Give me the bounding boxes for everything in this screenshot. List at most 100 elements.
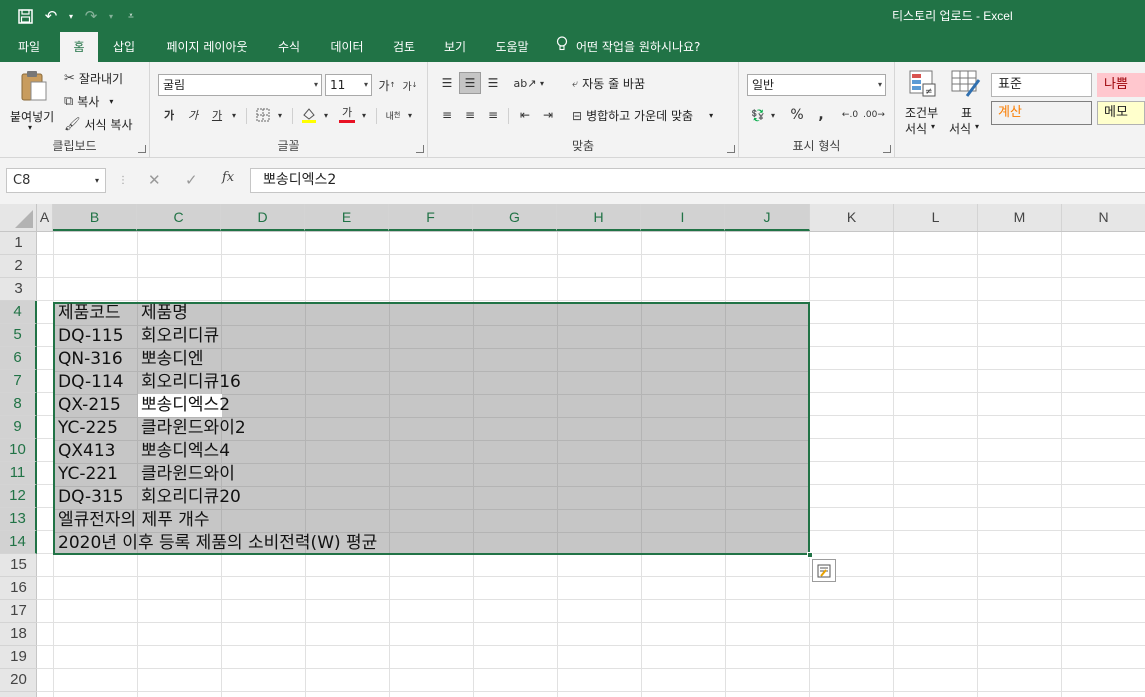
fill-handle[interactable] — [807, 552, 813, 558]
row-header-3[interactable]: 3 — [0, 278, 37, 301]
column-header-n[interactable]: N — [1062, 204, 1145, 231]
decrease-font-icon[interactable]: 가 ↓ — [399, 74, 421, 96]
row-header-8[interactable]: 8 — [0, 393, 37, 416]
align-left-icon[interactable]: ≡ — [436, 104, 458, 126]
border-dropdown-icon[interactable]: ▾ — [274, 104, 286, 126]
cell-c7[interactable]: 회오리디큐16 — [141, 371, 241, 394]
cell-c10[interactable]: 뽀송디엑스4 — [141, 440, 230, 463]
row-header-6[interactable]: 6 — [0, 347, 37, 370]
row-header-10[interactable]: 10 — [0, 439, 37, 462]
comma-button[interactable]: , — [810, 104, 832, 126]
merge-center-button[interactable]: ⊟ 병합하고 가운데 맞춤 ▾ — [572, 107, 713, 124]
name-box[interactable]: C8 ▾ — [6, 168, 106, 193]
align-bottom-icon[interactable]: ☰ — [482, 72, 504, 94]
column-header-l[interactable]: L — [894, 204, 978, 231]
cell-b4[interactable]: 제품코드 — [58, 302, 121, 325]
increase-indent-icon[interactable]: ⇥ — [537, 104, 559, 126]
column-header-k[interactable]: K — [810, 204, 894, 231]
insert-function-icon[interactable]: fx — [222, 170, 234, 185]
column-header-b[interactable]: B — [53, 204, 137, 231]
column-header-c[interactable]: C — [137, 204, 221, 231]
row-header-17[interactable]: 17 — [0, 600, 37, 623]
undo-dropdown-icon[interactable]: ▾ — [66, 12, 76, 21]
number-format-select[interactable]: 일반 ▾ — [747, 74, 886, 96]
wrap-text-button[interactable]: ⤶ 자동 줄 바꿈 — [572, 75, 645, 92]
save-icon[interactable] — [14, 5, 36, 27]
number-launcher-icon[interactable] — [883, 145, 891, 153]
enter-icon[interactable]: ✓ — [185, 171, 198, 189]
column-header-h[interactable]: H — [557, 204, 641, 231]
cell-b9[interactable]: YC-225 — [58, 417, 118, 440]
cell-c12[interactable]: 회오리디큐20 — [141, 486, 241, 509]
redo-dropdown-icon[interactable]: ▾ — [106, 12, 116, 21]
font-name-select[interactable]: 굴림 ▾ — [158, 74, 322, 96]
style-bad[interactable]: 나쁨 — [1097, 73, 1145, 97]
cell-c4[interactable]: 제품명 — [141, 302, 188, 325]
font-launcher-icon[interactable] — [416, 145, 424, 153]
cell-b10[interactable]: QX413 — [58, 440, 115, 463]
tab-view[interactable]: 보기 — [434, 32, 476, 62]
tab-home[interactable]: 홈 — [60, 32, 98, 62]
row-header-15[interactable]: 15 — [0, 554, 37, 577]
tab-formulas[interactable]: 수식 — [268, 32, 310, 62]
row-header-18[interactable]: 18 — [0, 623, 37, 646]
format-painter-button[interactable]: 🖌 서식 복사 — [64, 116, 133, 133]
row-header-19[interactable]: 19 — [0, 646, 37, 669]
bold-button[interactable]: 가 — [158, 104, 180, 126]
row-header-1[interactable]: 1 — [0, 232, 37, 255]
cell-b12[interactable]: DQ-315 — [58, 486, 124, 509]
undo-icon[interactable]: ↶ — [40, 5, 62, 27]
font-color-dropdown-icon[interactable]: ▾ — [358, 104, 370, 126]
row-header-13[interactable]: 13 — [0, 508, 37, 531]
row-header-11[interactable]: 11 — [0, 462, 37, 485]
style-normal[interactable]: 표준 — [991, 73, 1092, 97]
row-header-16[interactable]: 16 — [0, 577, 37, 600]
underline-button[interactable]: 가 — [206, 104, 228, 126]
increase-font-icon[interactable]: 가 ↑ — [376, 74, 398, 96]
customize-qat-icon[interactable]: ⩡ — [120, 5, 142, 27]
cell-c6[interactable]: 뽀송디엔 — [141, 348, 204, 371]
cell-b7[interactable]: DQ-114 — [58, 371, 124, 394]
clipboard-launcher-icon[interactable] — [138, 145, 146, 153]
row-header-4[interactable]: 4 — [0, 301, 37, 324]
align-center-icon[interactable]: ≡ — [459, 104, 481, 126]
conditional-formatting-button[interactable]: ≠ 조건부 서식 ▾ — [903, 70, 943, 140]
cell-c11[interactable]: 클라윈드와이 — [141, 463, 235, 486]
align-middle-icon[interactable]: ☰ — [459, 72, 481, 94]
cell-c9[interactable]: 클라윈드와이2 — [141, 417, 246, 440]
cut-button[interactable]: ✂ 잘라내기 — [64, 70, 123, 87]
column-header-j[interactable]: J — [725, 204, 810, 231]
align-right-icon[interactable]: ≡ — [482, 104, 504, 126]
alignment-launcher-icon[interactable] — [727, 145, 735, 153]
column-header-d[interactable]: D — [221, 204, 305, 231]
copy-button[interactable]: ⧉ 복사 ▾ — [64, 93, 113, 110]
column-header-g[interactable]: G — [473, 204, 557, 231]
cell-b11[interactable]: YC-221 — [58, 463, 118, 486]
align-top-icon[interactable]: ☰ — [436, 72, 458, 94]
redo-icon[interactable]: ↷ — [80, 5, 102, 27]
decrease-indent-icon[interactable]: ⇤ — [514, 104, 536, 126]
fill-color-icon[interactable] — [298, 104, 320, 126]
style-note[interactable]: 메모 — [1097, 101, 1145, 125]
column-header-m[interactable]: M — [978, 204, 1062, 231]
phonetic-icon[interactable]: 내천 — [382, 104, 404, 126]
cancel-icon[interactable]: ✕ — [148, 171, 161, 189]
worksheet-grid[interactable]: 제품코드 제품명 DQ-115 회오리디큐 QN-316 뽀송디엔 DQ-114… — [37, 232, 1145, 697]
column-header-e[interactable]: E — [305, 204, 389, 231]
tab-data[interactable]: 데이터 — [320, 32, 374, 62]
cell-c5[interactable]: 회오리디큐 — [141, 325, 219, 348]
row-header-20[interactable]: 20 — [0, 669, 37, 692]
currency-icon[interactable]: 💱 — [747, 104, 769, 126]
increase-decimal-icon[interactable]: ←.0 — [839, 104, 861, 126]
tab-page-layout[interactable]: 페이지 레이아웃 — [154, 32, 260, 62]
row-header-14[interactable]: 14 — [0, 531, 37, 554]
select-all-button[interactable] — [0, 204, 37, 231]
font-color-icon[interactable]: 가 — [336, 104, 358, 126]
style-calculation[interactable]: 계산 — [991, 101, 1092, 125]
cell-b13[interactable]: 엘큐전자의 제푸 개수 — [58, 509, 210, 532]
phonetic-dropdown-icon[interactable]: ▾ — [404, 104, 416, 126]
formula-input[interactable]: 뽀송디엑스2 — [250, 168, 1145, 193]
percent-button[interactable]: % — [786, 104, 808, 126]
cell-b6[interactable]: QN-316 — [58, 348, 123, 371]
paste-button[interactable]: 붙여넣기 ▾ — [8, 68, 58, 138]
